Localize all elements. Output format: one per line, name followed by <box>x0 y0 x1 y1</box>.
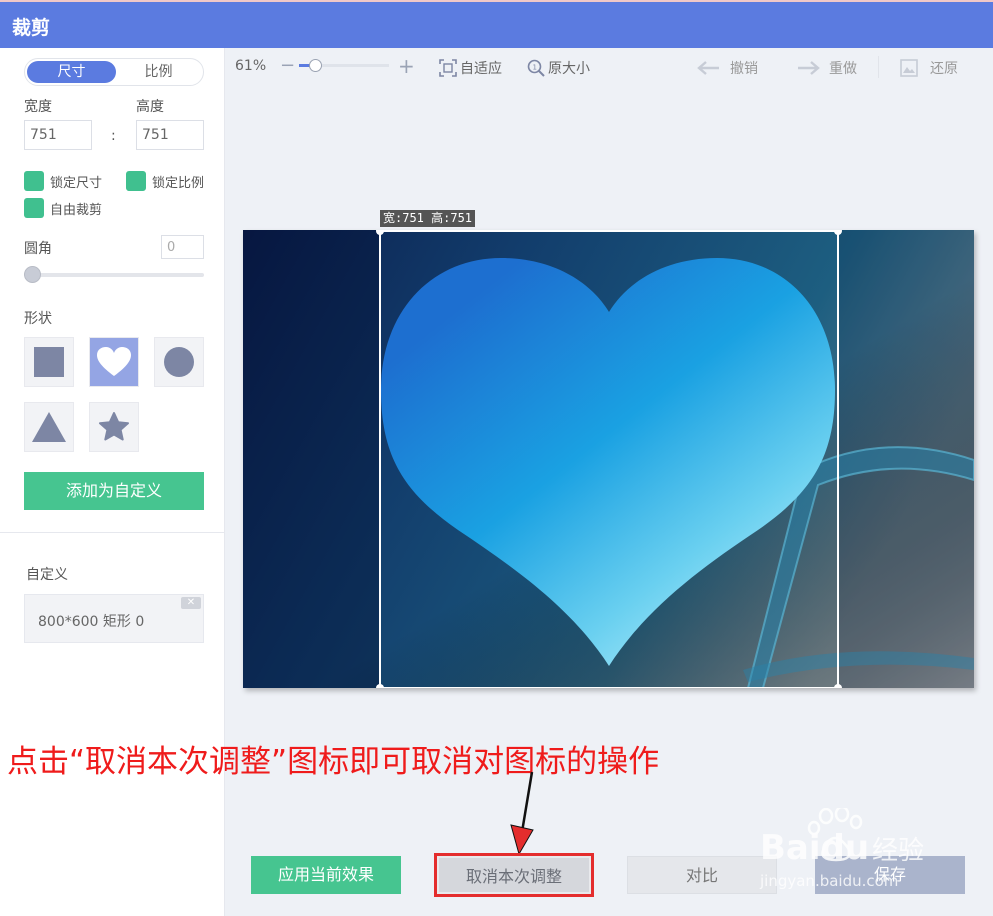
crop-size-tag: 宽:751 高:751 <box>380 210 476 227</box>
restore-label: 还原 <box>930 61 958 77</box>
sidebar: 尺寸 比例 宽度 高度 : 锁定尺寸 锁定比例 自由裁剪 圆角 形状 添加为自定… <box>0 48 225 916</box>
custom-preset-label: 800*600 矩形 0 <box>38 614 145 630</box>
zoom-percent: 61% <box>235 58 267 74</box>
compare-button[interactable]: 对比 <box>627 856 777 894</box>
checkbox-box <box>24 198 44 218</box>
shape-heart-button[interactable] <box>89 337 139 387</box>
annotation-text: 点击“取消本次调整”图标即可取消对图标的操作 <box>7 744 660 780</box>
mode-switch: 尺寸 比例 <box>24 58 204 86</box>
original-size-label: 原大小 <box>548 61 590 77</box>
window-title: 裁剪 <box>12 17 51 39</box>
image-canvas[interactable] <box>243 230 974 688</box>
svg-text:1: 1 <box>533 64 537 72</box>
annotation-arrow-icon <box>510 771 534 855</box>
free-crop-checkbox[interactable]: 自由裁剪 <box>24 198 102 218</box>
triangle-icon <box>32 412 66 442</box>
original-size-button[interactable]: 1 原大小 <box>527 58 590 78</box>
fit-button[interactable]: 自适应 <box>439 58 502 78</box>
radius-input[interactable] <box>161 235 204 259</box>
checkbox-box <box>126 171 146 191</box>
arrow-left-icon <box>697 61 719 75</box>
redo-label: 重做 <box>829 61 857 77</box>
checkbox-box <box>24 171 44 191</box>
height-label: 高度 <box>136 99 164 115</box>
radius-slider-handle[interactable] <box>24 266 41 283</box>
size-separator: : <box>111 128 116 144</box>
height-input[interactable] <box>136 120 204 150</box>
zoom-in-icon[interactable]: + <box>398 54 415 78</box>
custom-preset-item[interactable]: 800*600 矩形 0 ✕ <box>24 594 204 643</box>
shape-star-button[interactable] <box>89 402 139 452</box>
watermark-suffix: 经验 <box>872 836 925 866</box>
add-custom-button[interactable]: 添加为自定义 <box>24 472 204 510</box>
shape-circle-button[interactable] <box>154 337 204 387</box>
zoom-out-icon[interactable]: − <box>280 55 295 76</box>
checkbox-label: 锁定比例 <box>152 175 205 191</box>
star-icon <box>99 412 129 441</box>
magnifier-icon: 1 <box>527 59 545 77</box>
close-icon[interactable]: ✕ <box>181 597 201 609</box>
fit-label: 自适应 <box>460 61 502 77</box>
shape-label: 形状 <box>24 311 52 327</box>
width-label: 宽度 <box>24 99 52 115</box>
title-bar: 裁剪 <box>0 0 993 48</box>
tab-ratio[interactable]: 比例 <box>114 61 203 83</box>
tab-size[interactable]: 尺寸 <box>27 61 116 83</box>
lock-size-checkbox[interactable]: 锁定尺寸 <box>24 171 102 191</box>
checkbox-label: 自由裁剪 <box>50 202 103 218</box>
apply-effect-button[interactable]: 应用当前效果 <box>251 856 401 894</box>
watermark: Baidu 经验 jingyan.baidu.com <box>758 805 948 898</box>
fit-icon <box>439 59 457 77</box>
circle-icon <box>164 347 194 377</box>
undo-button[interactable]: 撤销 <box>697 58 758 78</box>
arrow-right-icon <box>798 61 820 75</box>
watermark-url: jingyan.baidu.com <box>760 872 899 890</box>
restore-button[interactable]: 还原 <box>900 58 958 78</box>
image-icon <box>900 59 918 77</box>
width-input[interactable] <box>24 120 92 150</box>
undo-label: 撤销 <box>730 61 758 77</box>
checkbox-label: 锁定尺寸 <box>50 175 103 191</box>
lock-ratio-checkbox[interactable]: 锁定比例 <box>126 171 204 191</box>
toolbar-divider <box>878 56 879 78</box>
redo-button[interactable]: 重做 <box>796 58 857 78</box>
cancel-adjustment-button[interactable]: 取消本次调整 <box>434 853 594 897</box>
radius-slider[interactable] <box>24 266 204 283</box>
watermark-brand: Baidu <box>760 828 870 868</box>
shape-triangle-button[interactable] <box>24 402 74 452</box>
shape-square-button[interactable] <box>24 337 74 387</box>
square-icon <box>34 347 64 377</box>
sidebar-divider <box>0 532 225 533</box>
custom-label: 自定义 <box>26 567 68 583</box>
crop-mask-left <box>243 230 380 688</box>
radius-label: 圆角 <box>24 241 52 257</box>
heart-icon <box>97 347 131 376</box>
zoom-slider-handle[interactable] <box>309 59 322 72</box>
